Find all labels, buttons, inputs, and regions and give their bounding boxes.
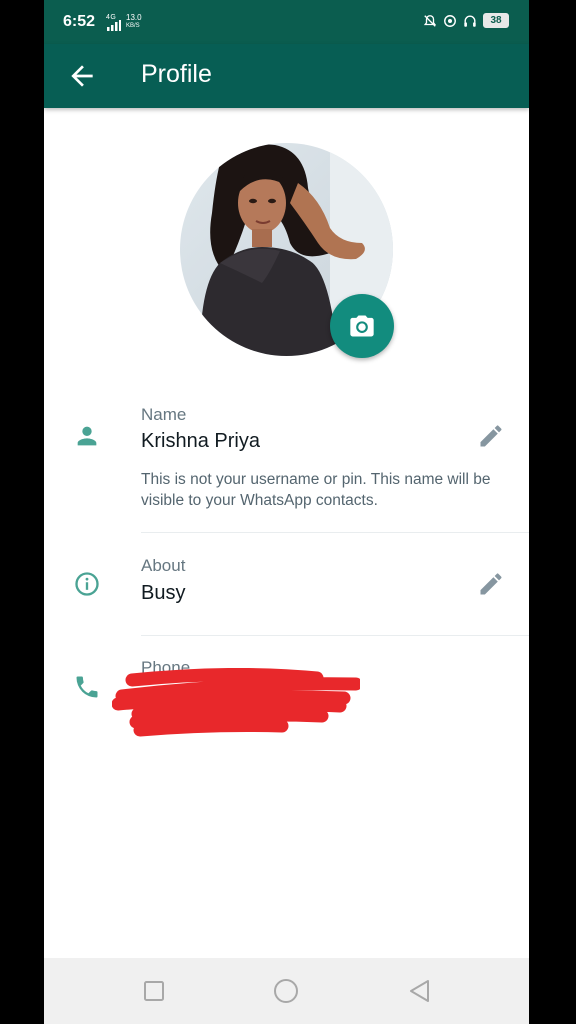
- headphones-icon: [464, 15, 476, 27]
- phone-screen: 6:52 4G 13.0 KB/S 38 Profile Name Krishn…: [44, 0, 529, 1024]
- divider: [141, 635, 529, 636]
- speed-value: 13.0: [126, 13, 142, 22]
- status-icons: 38: [423, 13, 509, 28]
- about-value: Busy: [141, 582, 186, 604]
- arrow-back-icon[interactable]: [66, 60, 98, 92]
- recents-icon[interactable]: [139, 976, 169, 1006]
- whatsapp-status-icon: [444, 14, 456, 27]
- signal-icon: [107, 20, 121, 31]
- divider: [141, 532, 529, 533]
- network-speed: 13.0 KB/S: [126, 14, 142, 30]
- battery-icon: 38: [483, 13, 509, 28]
- name-label: Name: [141, 405, 187, 424]
- name-value: Krishna Priya: [141, 430, 260, 452]
- change-photo-button[interactable]: [330, 294, 394, 358]
- person-icon: [77, 426, 97, 446]
- redaction-scribble: [112, 668, 360, 737]
- info-icon: [75, 572, 99, 596]
- alarm-off-icon: [423, 14, 437, 27]
- page-title: Profile: [141, 60, 212, 88]
- name-hint: This is not your username or pin. This n…: [141, 471, 491, 509]
- pencil-icon[interactable]: [477, 570, 505, 598]
- navigation-bar: [44, 958, 529, 1024]
- pencil-icon[interactable]: [477, 422, 505, 450]
- status-bar: 6:52 4G 13.0 KB/S 38: [44, 0, 529, 44]
- about-label: About: [141, 556, 186, 575]
- phone-icon: [76, 676, 98, 698]
- home-icon[interactable]: [271, 976, 301, 1006]
- camera-icon: [350, 315, 374, 337]
- back-icon[interactable]: [404, 976, 434, 1006]
- app-bar: Profile: [44, 44, 529, 108]
- speed-unit: KB/S: [126, 23, 140, 29]
- status-time: 6:52: [63, 13, 96, 30]
